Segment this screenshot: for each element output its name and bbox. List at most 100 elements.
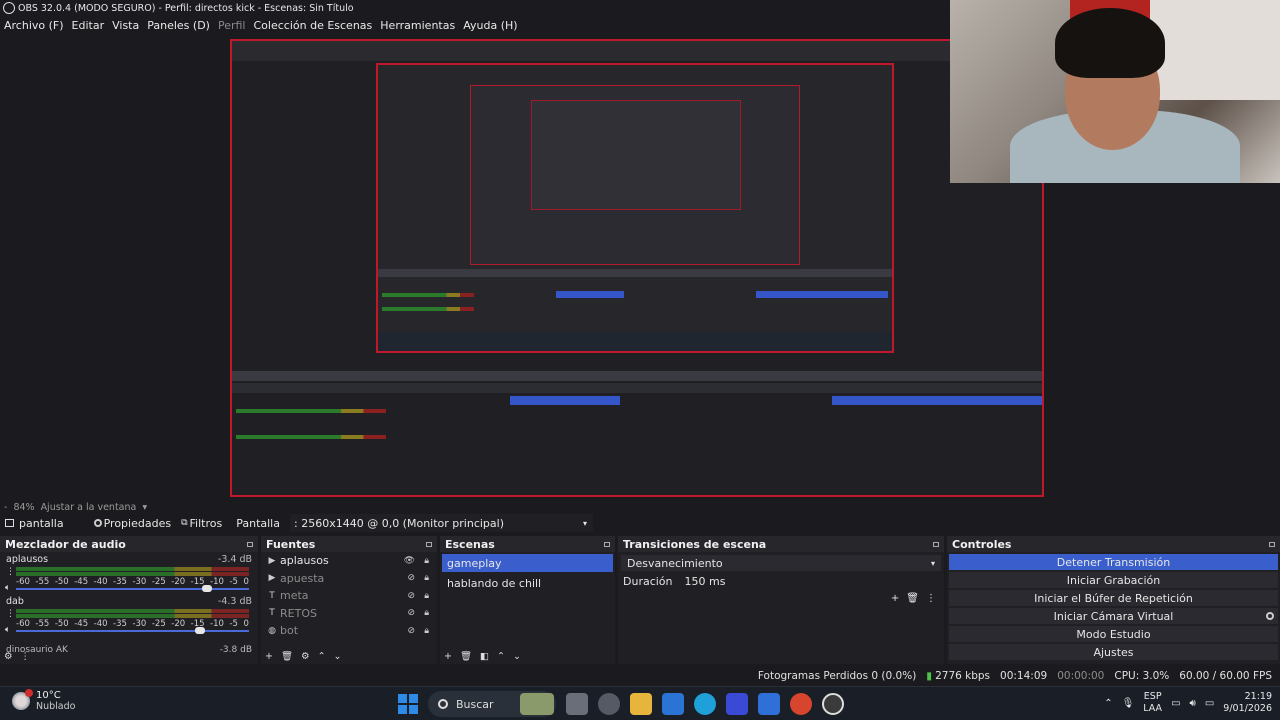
menu-help[interactable]: Ayuda (H) bbox=[463, 19, 517, 32]
more-options-icon[interactable]: ⋮ bbox=[6, 609, 15, 619]
speaker-icon[interactable]: 🔈︎ bbox=[5, 625, 10, 635]
virtual-camera-row: Iniciar Cámara Virtual bbox=[949, 608, 1278, 624]
chrome-icon[interactable] bbox=[790, 693, 812, 715]
dock-float-icon[interactable] bbox=[1269, 541, 1275, 547]
remove-source-icon[interactable]: 🗑︎ bbox=[281, 651, 293, 662]
eye-icon[interactable]: 👁︎ bbox=[404, 556, 415, 566]
menu-view[interactable]: Vista bbox=[112, 19, 139, 32]
settings-button[interactable]: Ajustes bbox=[949, 644, 1278, 660]
eye-hidden-icon[interactable]: ⊘ bbox=[407, 608, 415, 618]
audio-mixer-dock: Mezclador de audio aplausos -3.4 dB ⋮ -6… bbox=[0, 536, 258, 664]
eye-hidden-icon[interactable]: ⊘ bbox=[407, 591, 415, 601]
menu-file[interactable]: Archivo (F) bbox=[4, 19, 64, 32]
controls-title: Controles bbox=[952, 537, 1012, 551]
taskbar-search[interactable]: Buscar bbox=[428, 691, 556, 717]
lock-icon[interactable]: 🔒︎ bbox=[424, 591, 429, 601]
menu-tools[interactable]: Herramientas bbox=[380, 19, 455, 32]
fit-window-label[interactable]: Ajustar a la ventana bbox=[41, 502, 137, 513]
network-icon[interactable]: ▭ bbox=[1171, 698, 1180, 709]
filters-label: Filtros bbox=[189, 516, 223, 530]
text-icon: T bbox=[269, 590, 275, 601]
obs-taskbar-icon[interactable] bbox=[822, 693, 844, 715]
menu-scene-collection[interactable]: Colección de Escenas bbox=[254, 19, 373, 32]
volume-slider[interactable] bbox=[16, 588, 249, 590]
start-virtual-camera-button[interactable]: Iniciar Cámara Virtual bbox=[1054, 610, 1174, 623]
menu-dots-icon[interactable]: ⋮ bbox=[926, 593, 936, 604]
source-properties-icon[interactable]: ⚙ bbox=[301, 651, 310, 662]
menu-profile[interactable]: Perfil bbox=[218, 19, 246, 32]
lock-icon[interactable]: 🔒︎ bbox=[424, 556, 429, 566]
move-up-icon[interactable]: ⌃ bbox=[318, 651, 326, 662]
chevron-up-icon[interactable]: ⌃ bbox=[1104, 698, 1112, 709]
gear-icon[interactable] bbox=[1266, 612, 1274, 620]
lock-icon[interactable]: 🔒︎ bbox=[424, 608, 429, 618]
eye-hidden-icon[interactable]: ⊘ bbox=[407, 626, 415, 636]
lock-icon[interactable]: 🔒︎ bbox=[424, 626, 429, 636]
menu-edit[interactable]: Editar bbox=[72, 19, 105, 32]
dock-float-icon[interactable] bbox=[604, 541, 610, 547]
remove-transition-icon[interactable]: 🗑︎ bbox=[906, 593, 919, 604]
properties-button[interactable]: Propiedades bbox=[93, 517, 171, 530]
start-replay-buffer-button[interactable]: Iniciar el Búfer de Repetición bbox=[949, 590, 1278, 606]
weather-widget[interactable]: 10°C Nublado bbox=[12, 689, 75, 712]
preview-canvas[interactable] bbox=[230, 39, 1044, 497]
transition-select[interactable]: Desvanecimiento ▾ bbox=[621, 555, 941, 571]
store-icon[interactable] bbox=[662, 693, 684, 715]
volume-icon[interactable]: 🔊︎ bbox=[1190, 698, 1196, 709]
display-select[interactable]: : 2560x1440 @ 0,0 (Monitor principal) ▾ bbox=[290, 514, 593, 532]
editor-icon[interactable] bbox=[758, 693, 780, 715]
sources-toolbar: + 🗑︎ ⚙ ⌃ ⌄ bbox=[265, 651, 342, 662]
dropped-frames: Fotogramas Perdidos 0 (0.0%) bbox=[757, 670, 917, 682]
task-view-icon[interactable] bbox=[566, 693, 588, 715]
studio-mode-button[interactable]: Modo Estudio bbox=[949, 626, 1278, 642]
add-source-icon[interactable]: + bbox=[265, 651, 273, 662]
mixer-title: Mezclador de audio bbox=[5, 537, 126, 551]
stop-stream-button[interactable]: Detener Transmisión bbox=[949, 554, 1278, 570]
dock-float-icon[interactable] bbox=[426, 541, 432, 547]
app-icon[interactable] bbox=[598, 693, 620, 715]
gear-icon[interactable]: ⚙ bbox=[4, 651, 13, 662]
more-options-icon[interactable]: ⋮ bbox=[6, 567, 15, 577]
dock-float-icon[interactable] bbox=[933, 541, 939, 547]
source-item[interactable]: T meta ⊘ 🔒︎ bbox=[261, 587, 437, 605]
eye-hidden-icon[interactable]: ⊘ bbox=[407, 573, 415, 583]
add-scene-icon[interactable]: + bbox=[444, 651, 452, 662]
move-down-icon[interactable]: ⌄ bbox=[334, 651, 342, 662]
speaker-icon[interactable]: 🔈︎ bbox=[5, 583, 10, 593]
volume-slider-handle[interactable] bbox=[202, 585, 213, 592]
windows-start-icon[interactable] bbox=[398, 694, 418, 714]
browser-icon: ◍ bbox=[268, 625, 276, 636]
move-up-icon[interactable]: ⌃ bbox=[497, 651, 505, 662]
microphone-icon[interactable]: 🎙︎ bbox=[1122, 698, 1135, 709]
volume-slider-handle[interactable] bbox=[195, 627, 206, 634]
edge-icon[interactable] bbox=[694, 693, 716, 715]
menu-docks[interactable]: Paneles (D) bbox=[147, 19, 210, 32]
battery-icon[interactable]: ▭ bbox=[1205, 698, 1214, 709]
volume-slider[interactable] bbox=[16, 630, 249, 632]
source-item[interactable]: ◍ bot ⊘ 🔒︎ bbox=[261, 622, 437, 640]
clock[interactable]: 21:19 9/01/2026 bbox=[1223, 691, 1272, 715]
move-down-icon[interactable]: ⌄ bbox=[513, 651, 521, 662]
scene-item[interactable]: hablando de chill bbox=[442, 574, 613, 592]
scene-filters-icon[interactable]: ◧ bbox=[480, 651, 489, 662]
file-explorer-icon[interactable] bbox=[630, 693, 652, 715]
source-item[interactable]: ▶ aplausos 👁︎ 🔒︎ bbox=[261, 552, 437, 570]
menu-dots-icon[interactable]: ⋮ bbox=[21, 651, 31, 662]
source-item[interactable]: T RETOS ⊘ 🔒︎ bbox=[261, 605, 437, 623]
preview-zoom[interactable]: - 84% Ajustar a la ventana ▾ bbox=[0, 500, 147, 514]
language-indicator[interactable]: ESP LAA bbox=[1143, 691, 1162, 715]
remove-scene-icon[interactable]: 🗑︎ bbox=[460, 651, 472, 662]
source-label: aplausos bbox=[280, 554, 329, 568]
mixer-channel: aplausos -3.4 dB ⋮ -60 -55 -50 -45 -40 -35 -30… bbox=[0, 552, 258, 594]
filters-button[interactable]: ⧉ Filtros bbox=[181, 517, 222, 530]
lock-icon[interactable]: 🔒︎ bbox=[424, 573, 429, 583]
add-transition-icon[interactable]: + bbox=[891, 593, 899, 604]
duration-input[interactable]: 150 ms bbox=[685, 575, 726, 588]
app-m-icon[interactable] bbox=[726, 693, 748, 715]
scene-item[interactable]: gameplay bbox=[442, 554, 613, 572]
dock-float-icon[interactable] bbox=[247, 541, 253, 547]
source-item[interactable]: ▶ apuesta ⊘ 🔒︎ bbox=[261, 570, 437, 588]
preview-area[interactable] bbox=[0, 0, 1280, 498]
scenes-toolbar: + 🗑︎ ◧ ⌃ ⌄ bbox=[444, 651, 521, 662]
start-recording-button[interactable]: Iniciar Grabación bbox=[949, 572, 1278, 588]
